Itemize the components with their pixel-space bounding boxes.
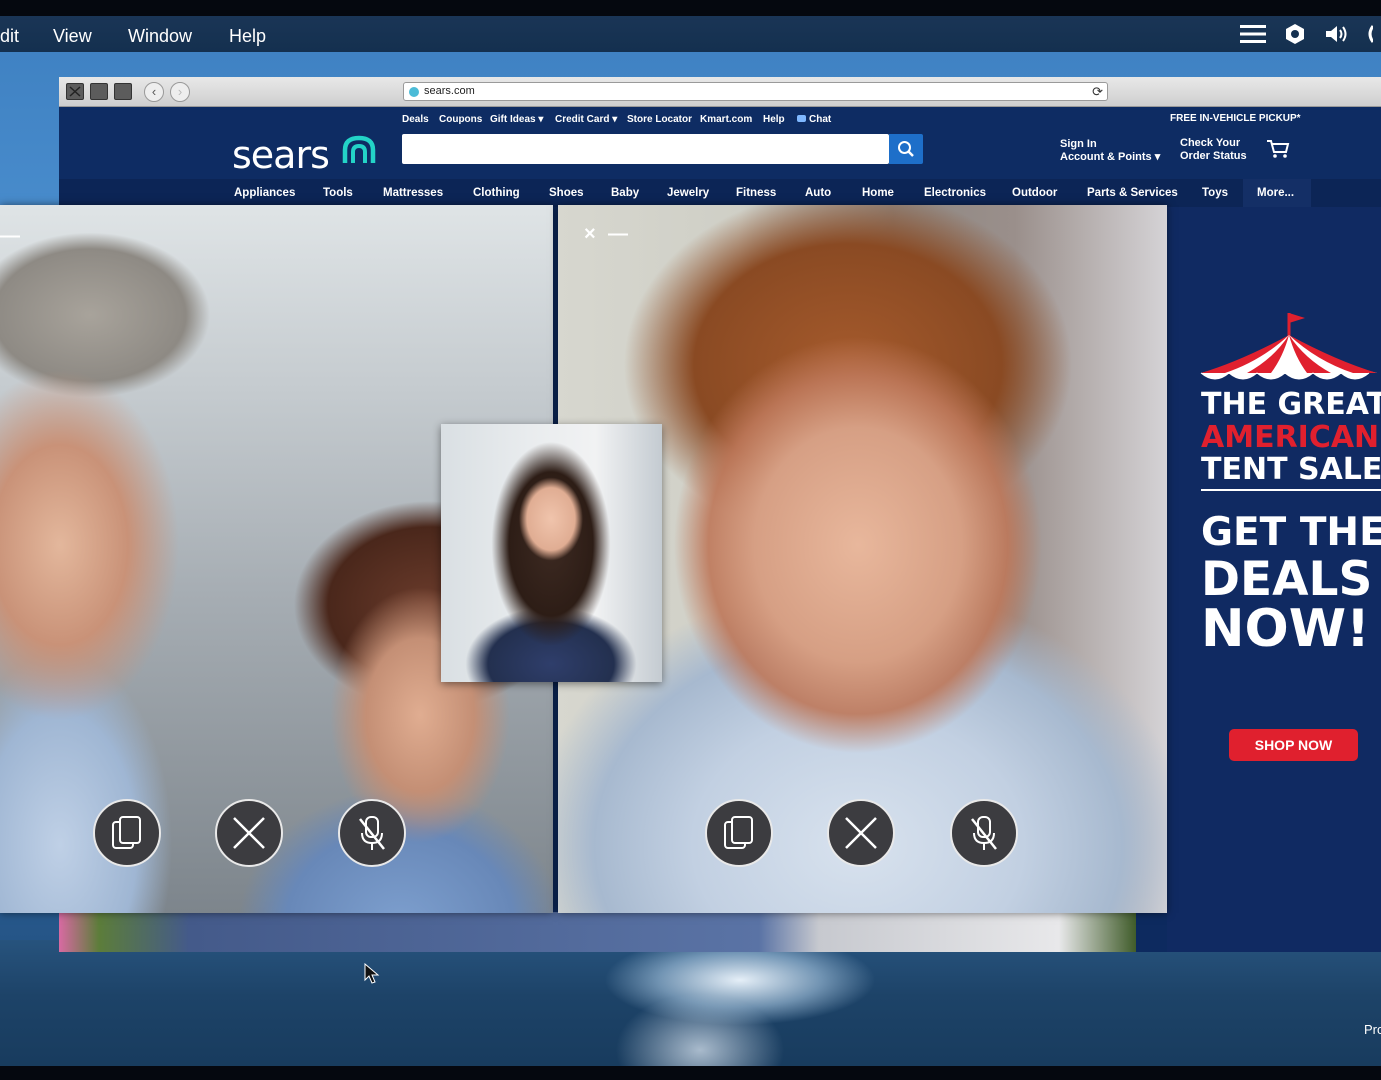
cat-tools[interactable]: Tools <box>323 187 353 199</box>
sign-in-link[interactable]: Sign In Account & Points ▾ <box>1060 138 1160 164</box>
cat-clothing[interactable]: Clothing <box>473 187 520 199</box>
end-call-button-left[interactable] <box>215 799 283 867</box>
page-content-strip <box>59 912 1136 952</box>
pickup-banner[interactable]: FREE IN-VEHICLE PICKUP* <box>1170 113 1301 124</box>
cat-baby[interactable]: Baby <box>611 187 639 199</box>
minimize-call-icon[interactable]: — <box>0 225 20 248</box>
menu-help[interactable]: Help <box>229 26 266 47</box>
tent-sale-promo[interactable]: THE GREAT AMERICAN TENT SALE GET THE DEA… <box>1167 207 1381 952</box>
cat-more[interactable]: More... <box>1257 187 1294 199</box>
link-gift-ideas[interactable]: Gift Ideas ▾ <box>490 114 543 125</box>
end-call-button-right[interactable] <box>827 799 895 867</box>
cat-fitness[interactable]: Fitness <box>736 187 776 199</box>
sears-logo[interactable]: sears <box>232 133 330 177</box>
menu-edit[interactable]: dit <box>0 26 19 47</box>
promo-line-4: GET THE <box>1201 510 1381 555</box>
screen-bezel-bottom <box>0 1066 1381 1080</box>
browser-toolbar: ‹ › sears.com ⟳ <box>59 77 1381 107</box>
promo-divider <box>1201 489 1381 491</box>
mute-button-right[interactable] <box>950 799 1018 867</box>
close-window-button[interactable] <box>66 83 84 100</box>
mouse-pointer-icon <box>364 963 380 984</box>
cat-outdoor[interactable]: Outdoor <box>1012 187 1057 199</box>
order-status-line1: Check Your <box>1180 137 1241 149</box>
menu-lines-icon[interactable] <box>1239 22 1267 46</box>
search-input[interactable] <box>402 134 889 164</box>
promo-line-6: NOW! <box>1201 599 1370 659</box>
reload-icon[interactable]: ⟳ <box>1092 84 1103 100</box>
chat-label: Chat <box>809 114 832 125</box>
account-points-label: Account & Points ▾ <box>1060 151 1161 163</box>
search-icon <box>898 141 914 157</box>
order-status-link[interactable]: Check Your Order Status <box>1180 137 1247 163</box>
category-nav: Appliances Tools Mattresses Clothing Sho… <box>59 179 1381 207</box>
mute-mic-icon <box>359 816 385 850</box>
partial-icon <box>1365 22 1373 46</box>
cat-toys[interactable]: Toys <box>1202 187 1228 199</box>
address-bar[interactable]: sears.com ⟳ <box>403 82 1108 101</box>
link-kmart[interactable]: Kmart.com <box>700 114 752 125</box>
tent-icon <box>1200 313 1377 380</box>
forward-button[interactable]: › <box>170 82 190 102</box>
tray-icons <box>1239 22 1373 46</box>
link-store-locator[interactable]: Store Locator <box>627 114 692 125</box>
link-credit-card[interactable]: Credit Card ▾ <box>555 114 617 125</box>
site-icon <box>409 87 419 97</box>
link-help[interactable]: Help <box>763 114 785 125</box>
menu-view[interactable]: View <box>53 26 92 47</box>
cat-appliances[interactable]: Appliances <box>234 187 295 199</box>
switch-camera-button-right[interactable] <box>705 799 773 867</box>
corner-label: Pro <box>1364 1022 1381 1037</box>
sign-in-label: Sign In <box>1060 138 1097 150</box>
search-button[interactable] <box>889 134 923 164</box>
video-call-self-view[interactable] <box>441 424 662 682</box>
cat-parts-services[interactable]: Parts & Services <box>1087 187 1178 199</box>
mute-button-left[interactable] <box>338 799 406 867</box>
menu-window[interactable]: Window <box>128 26 192 47</box>
switch-camera-button-left[interactable] <box>93 799 161 867</box>
link-chat[interactable]: Chat <box>797 114 831 125</box>
ocean-wallpaper <box>0 940 1381 1080</box>
minimize-call-icon[interactable]: — <box>608 223 628 246</box>
cat-home[interactable]: Home <box>862 187 894 199</box>
promo-line-1: THE GREAT <box>1201 387 1381 422</box>
switch-camera-icon <box>724 816 753 849</box>
cart-icon[interactable] <box>1266 138 1290 165</box>
sears-logo-mark-icon <box>341 133 377 169</box>
back-button[interactable]: ‹ <box>144 82 164 102</box>
chat-icon <box>797 115 806 122</box>
cat-electronics[interactable]: Electronics <box>924 187 986 199</box>
speaker-icon[interactable] <box>1323 22 1351 46</box>
cat-shoes[interactable]: Shoes <box>549 187 584 199</box>
order-status-line2: Order Status <box>1180 150 1247 162</box>
shop-now-button[interactable]: SHOP NOW <box>1229 729 1358 761</box>
end-call-icon <box>845 817 877 849</box>
close-call-icon[interactable]: × <box>584 223 596 246</box>
switch-camera-icon <box>112 816 141 849</box>
promo-line-3: TENT SALE <box>1201 452 1381 487</box>
url-text: sears.com <box>424 85 475 97</box>
maximize-window-button[interactable] <box>114 83 132 100</box>
screen-bezel-top <box>0 0 1381 16</box>
promo-line-2: AMERICAN <box>1201 420 1380 455</box>
link-deals[interactable]: Deals <box>402 114 429 125</box>
mute-mic-icon <box>971 816 997 850</box>
menu-bar: dit View Window Help <box>0 16 1381 52</box>
minimize-window-button[interactable] <box>90 83 108 100</box>
sears-header: Deals Coupons Gift Ideas ▾ Credit Card ▾… <box>59 107 1381 179</box>
cat-jewelry[interactable]: Jewelry <box>667 187 709 199</box>
end-call-icon <box>233 817 265 849</box>
cat-auto[interactable]: Auto <box>805 187 831 199</box>
gear-icon[interactable] <box>1281 22 1309 46</box>
link-coupons[interactable]: Coupons <box>439 114 482 125</box>
cat-mattresses[interactable]: Mattresses <box>383 187 443 199</box>
